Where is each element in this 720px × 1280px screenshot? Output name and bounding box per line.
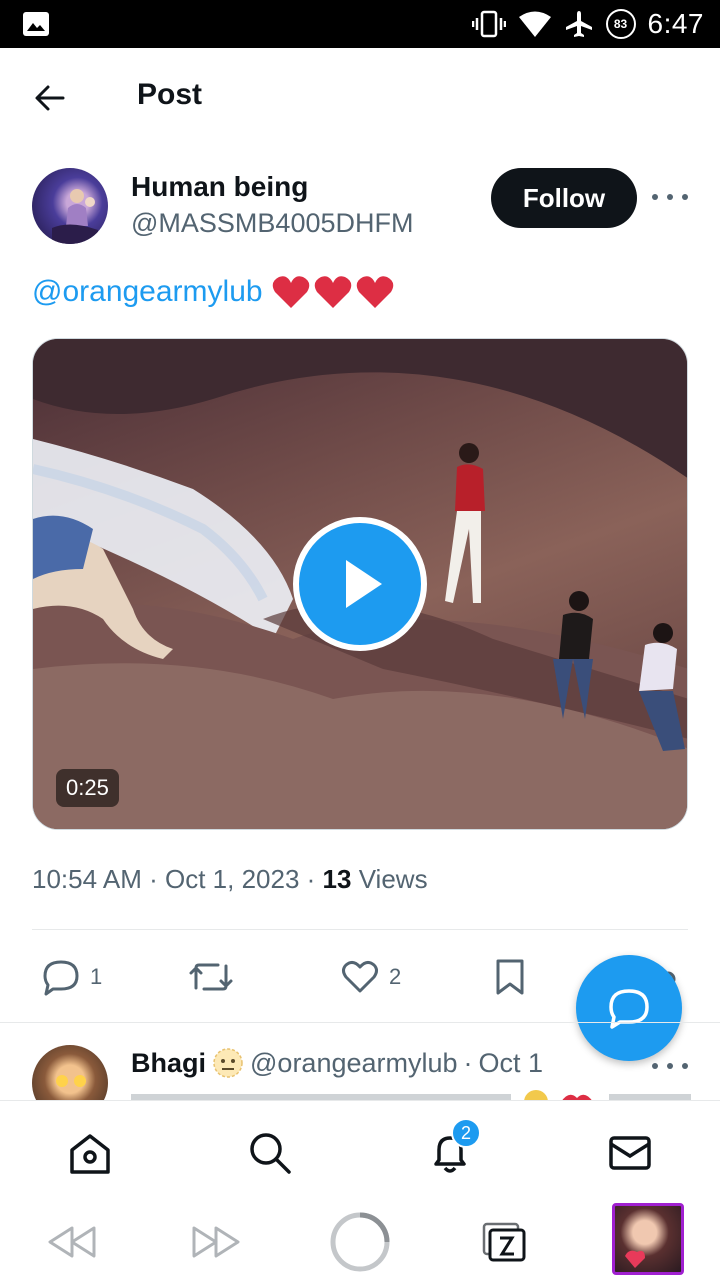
- fast-forward-icon: [192, 1226, 240, 1258]
- compose-reply-icon: [609, 989, 649, 1029]
- post-text: @orangearmylub: [32, 274, 395, 310]
- vibrate-icon: [471, 10, 506, 38]
- fast-forward-button[interactable]: [184, 1210, 248, 1274]
- reply-header: Bhagi @orangearmylub · Oct 1: [131, 1047, 544, 1079]
- tabs-icon: [482, 1222, 526, 1262]
- reply-count: 1: [90, 964, 103, 989]
- play-button[interactable]: [293, 517, 427, 651]
- image-notification-icon: [23, 12, 49, 36]
- recent-app-thumbnail[interactable]: [612, 1203, 684, 1275]
- nav-messages[interactable]: [606, 1129, 654, 1177]
- back-arrow-icon[interactable]: [30, 78, 70, 118]
- author-avatar[interactable]: [32, 168, 108, 244]
- red-heart-icon: [272, 276, 309, 308]
- reply-icon: [43, 960, 79, 996]
- reply-more-options-icon[interactable]: [652, 1060, 688, 1072]
- nav-search[interactable]: [246, 1129, 294, 1177]
- home-circle-button[interactable]: [328, 1210, 392, 1274]
- repost-icon: [189, 963, 233, 991]
- nav-home[interactable]: [66, 1129, 114, 1177]
- author-name[interactable]: Human being: [131, 171, 308, 203]
- reply-action[interactable]: 1: [42, 954, 102, 1000]
- bottom-navigation: [0, 1100, 720, 1196]
- more-options-icon[interactable]: [652, 182, 688, 212]
- video-duration: 0:25: [56, 769, 119, 807]
- like-count: 2: [389, 964, 402, 989]
- rewind-button[interactable]: [40, 1210, 104, 1274]
- status-bar: 83 6:47: [0, 0, 720, 48]
- tabs-button[interactable]: [472, 1210, 536, 1274]
- post-meta: 10:54 AM · Oct 1, 2023 · 13 Views: [32, 864, 428, 894]
- mention-link[interactable]: @orangearmylub: [32, 275, 263, 309]
- repost-action[interactable]: [188, 954, 234, 1000]
- home-circle-icon: [330, 1212, 390, 1272]
- page-title: Post: [137, 78, 203, 111]
- red-heart-icon: [356, 276, 393, 308]
- like-icon: [342, 960, 378, 993]
- hearts-emoji: [271, 274, 395, 310]
- play-icon: [346, 560, 382, 608]
- views-label[interactable]: Views: [359, 864, 428, 894]
- divider: [32, 929, 688, 930]
- mail-icon: [609, 1136, 651, 1170]
- divider: [0, 1022, 720, 1023]
- home-icon: [70, 1134, 110, 1174]
- views-count[interactable]: 13: [323, 864, 352, 894]
- wifi-icon: [518, 11, 551, 37]
- neutral-face-emoji-icon: [213, 1048, 243, 1078]
- top-app-bar: Post: [0, 48, 720, 146]
- reply-author-handle[interactable]: @orangearmylub: [250, 1048, 458, 1079]
- author-handle[interactable]: @MASSMB4005DHFM: [131, 208, 413, 239]
- reply-author-name[interactable]: Bhagi: [131, 1048, 206, 1079]
- battery-indicator: 83: [605, 9, 636, 39]
- airplane-mode-icon: [565, 11, 592, 37]
- like-action[interactable]: 2: [341, 954, 401, 1000]
- clock: 6:47: [647, 8, 704, 39]
- search-icon: [250, 1133, 291, 1174]
- reply-date: Oct 1: [478, 1047, 544, 1078]
- rewind-icon: [48, 1226, 96, 1258]
- notifications-badge: 2: [451, 1118, 481, 1148]
- bookmark-action[interactable]: [493, 954, 527, 1000]
- bookmark-icon: [496, 959, 524, 995]
- post-time: 10:54 AM: [32, 864, 142, 894]
- post-date: Oct 1, 2023: [164, 864, 300, 894]
- follow-button[interactable]: Follow: [491, 168, 637, 228]
- red-heart-icon: [314, 276, 351, 308]
- compose-reply-button[interactable]: [576, 955, 682, 1061]
